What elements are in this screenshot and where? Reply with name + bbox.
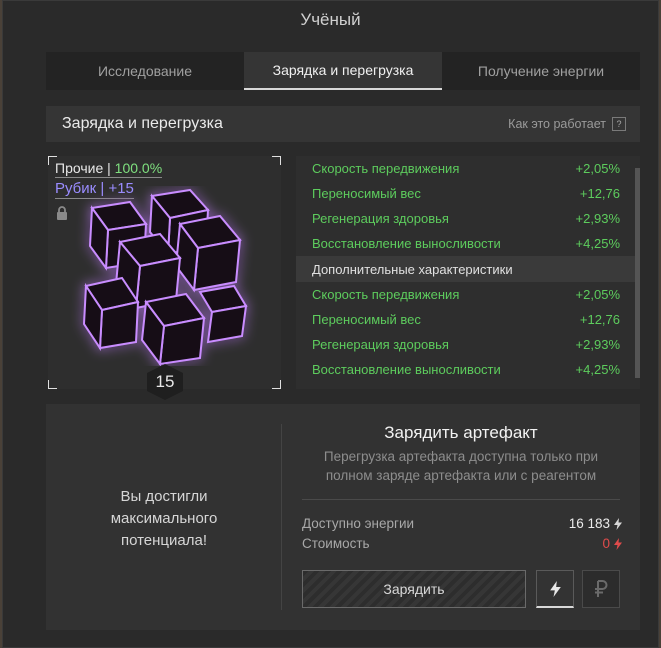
- stat-name: Скорость передвижения: [312, 287, 460, 302]
- frame-corner: [48, 380, 57, 389]
- scientist-window: Учёный Исследование Зарядка и перегрузка…: [2, 0, 659, 648]
- lock-icon: [57, 206, 67, 220]
- stat-value: +12,76: [579, 186, 620, 201]
- charge-title: Зарядить артефакт: [384, 423, 538, 442]
- stat-row: Скорость передвижения +2,05%: [296, 282, 640, 307]
- stat-row: Восстановление выносливости +4,25%: [296, 357, 640, 382]
- stats-panel: Скорость передвижения +2,05% Переносимый…: [296, 156, 640, 389]
- frame-corner: [272, 380, 281, 389]
- charge-description: Перегрузка артефакта доступна только при…: [323, 449, 599, 483]
- how-it-works-label: Как это работает: [508, 117, 606, 131]
- stat-name: Переносимый вес: [312, 186, 421, 201]
- lightning-icon: [614, 517, 622, 530]
- stat-row: Восстановление выносливости +4,25%: [296, 231, 640, 256]
- divider: [281, 424, 282, 610]
- extra-stats-header: Дополнительные характеристики: [296, 256, 640, 282]
- section-title: Зарядка и перегрузка: [62, 115, 223, 132]
- cost-row: Стоимость 0: [302, 536, 622, 551]
- tab-get-energy[interactable]: Получение энергии: [442, 52, 640, 90]
- artifact-level-badge: 15: [147, 364, 183, 400]
- durability: Прочие | 100.0%: [55, 160, 163, 178]
- stat-row: Переносимый вес +12,76: [296, 307, 640, 332]
- lightning-icon: [549, 580, 561, 597]
- stat-value: +12,76: [579, 312, 620, 327]
- stat-row: Регенерация здоровья +2,93%: [296, 332, 640, 357]
- energy-row: Доступно энергии 16 183: [302, 516, 622, 531]
- frame-corner: [272, 156, 281, 165]
- stat-value: +4,25%: [575, 236, 620, 251]
- stat-name: Восстановление выносливости: [312, 362, 501, 377]
- artifact-card[interactable]: Прочие | 100.0% Рубик | +15 15: [48, 156, 281, 400]
- stat-value: +2,93%: [575, 211, 620, 226]
- stat-value: +4,25%: [575, 362, 620, 377]
- energy-value: 16 183: [568, 516, 610, 531]
- extra-stats-title: Дополнительные характеристики: [312, 261, 513, 277]
- how-it-works-link[interactable]: Как это работает ?: [508, 117, 626, 131]
- window-title: Учёный: [300, 10, 361, 29]
- durability-label: Прочие: [55, 160, 104, 176]
- stat-row: Регенерация здоровья +2,93%: [296, 206, 640, 231]
- stat-name: Переносимый вес: [312, 312, 421, 327]
- stat-name: Восстановление выносливости: [312, 236, 501, 251]
- max-potential-text: Вы достигли максимального потенциала!: [110, 488, 218, 549]
- tab-research[interactable]: Исследование: [46, 52, 244, 90]
- tab-bar: Исследование Зарядка и перегрузка Получе…: [46, 52, 640, 90]
- stat-name: Регенерация здоровья: [312, 211, 449, 226]
- stat-value: +2,05%: [575, 287, 620, 302]
- lightning-icon: [614, 537, 622, 550]
- tab-charge-overload[interactable]: Зарядка и перегрузка: [244, 52, 442, 90]
- section-header: Зарядка и перегрузка Как это работает ?: [46, 106, 640, 142]
- durability-value: 100.0%: [114, 160, 163, 176]
- stat-row: Скорость передвижения +2,05%: [296, 156, 640, 181]
- cost-value: 0: [602, 536, 610, 551]
- pay-rubles-toggle[interactable]: [582, 570, 620, 608]
- energy-label: Доступно энергии: [302, 516, 415, 531]
- stat-name: Регенерация здоровья: [312, 337, 449, 352]
- stat-name: Скорость передвижения: [312, 161, 460, 176]
- stat-value: +2,05%: [575, 161, 620, 176]
- ruble-icon: [595, 580, 608, 597]
- help-icon: ?: [612, 117, 626, 131]
- cost-label: Стоимость: [302, 536, 370, 551]
- stat-row: Переносимый вес +12,76: [296, 181, 640, 206]
- max-potential-message: Вы достигли максимального потенциала!: [46, 404, 282, 630]
- cost-value-group: 0: [602, 536, 622, 551]
- charge-button[interactable]: Зарядить: [302, 570, 526, 608]
- pay-energy-toggle[interactable]: [536, 570, 574, 608]
- charge-panel: Вы достигли максимального потенциала! За…: [46, 404, 640, 630]
- divider: [302, 499, 620, 500]
- stat-value: +2,93%: [575, 337, 620, 352]
- stats-scrollbar[interactable]: [635, 168, 640, 378]
- energy-value-group: 16 183: [569, 516, 622, 531]
- artifact-rubik-image: [82, 188, 248, 366]
